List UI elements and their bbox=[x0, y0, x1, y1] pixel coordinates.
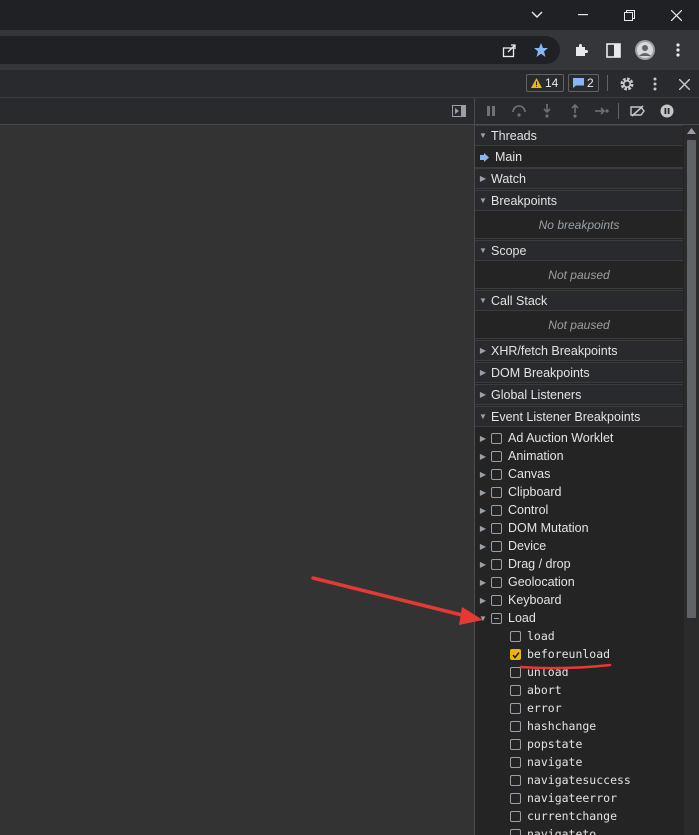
annotation-overlay bbox=[311, 576, 612, 670]
red-underline bbox=[519, 663, 612, 670]
red-arrow-icon bbox=[311, 576, 483, 625]
